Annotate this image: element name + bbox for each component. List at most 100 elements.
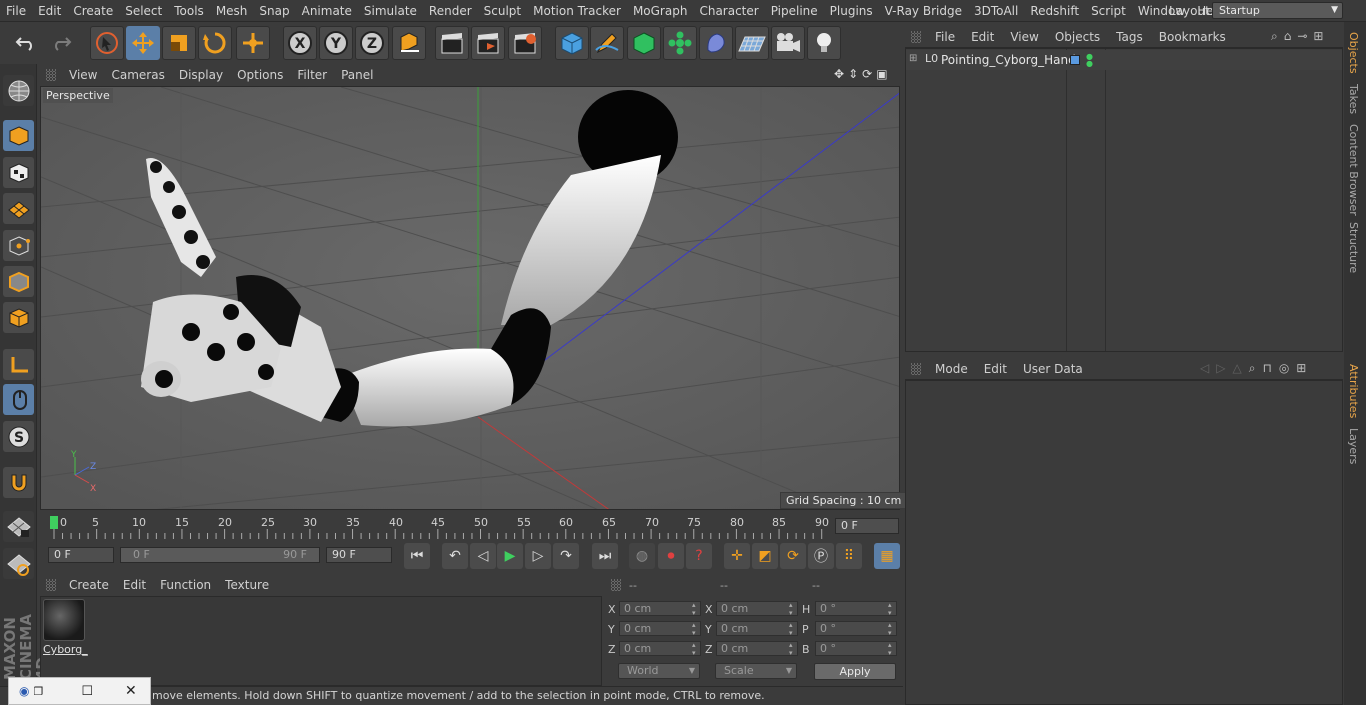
tab-attributes[interactable]: Attributes <box>1347 364 1360 418</box>
menu-plugins[interactable]: Plugins <box>824 0 879 22</box>
menu-file[interactable]: File <box>0 0 32 22</box>
next-key-button[interactable]: ↷ <box>553 543 579 569</box>
previous-key-button[interactable]: ↶ <box>442 543 468 569</box>
render-settings-button[interactable] <box>508 26 542 60</box>
viewport-menu-panel[interactable]: Panel <box>334 68 380 82</box>
apply-button[interactable]: Apply <box>814 663 896 680</box>
menu-create[interactable]: Create <box>67 0 119 22</box>
menu-mesh[interactable]: Mesh <box>210 0 254 22</box>
render-view-button[interactable] <box>435 26 469 60</box>
material-menu-texture[interactable]: Texture <box>218 578 276 592</box>
redo-button[interactable] <box>44 26 78 60</box>
menu-snap[interactable]: Snap <box>253 0 295 22</box>
menu-tools[interactable]: Tools <box>168 0 210 22</box>
restore-icon[interactable]: ❐ <box>33 685 43 698</box>
viewport-menu-options[interactable]: Options <box>230 68 290 82</box>
floor-button[interactable] <box>735 26 769 60</box>
expand-icon[interactable]: ⊞ <box>909 53 917 64</box>
menu-motion-tracker[interactable]: Motion Tracker <box>527 0 627 22</box>
autokey-button[interactable]: ⏺ <box>658 543 684 569</box>
workplane-mode-button[interactable] <box>3 193 34 224</box>
model-mode-button[interactable] <box>3 120 34 151</box>
link-icon[interactable]: ⊸ <box>1297 29 1307 44</box>
go-to-start-button[interactable]: ⏮ <box>404 543 430 569</box>
visibility-dots-icon[interactable]: ● ● <box>1086 53 1093 68</box>
zoom-icon[interactable]: ⇕ <box>848 67 858 81</box>
cloner-button[interactable] <box>663 26 697 60</box>
planar-workplane-button[interactable] <box>3 548 34 579</box>
tab-takes[interactable]: Takes <box>1347 84 1360 114</box>
key-scale-button[interactable]: ◩ <box>752 543 778 569</box>
coordinate-space-select[interactable]: World ▼ <box>618 663 700 679</box>
pen-spline-button[interactable] <box>590 26 624 60</box>
position-y-field[interactable]: 0 cm <box>619 621 701 637</box>
menu-animate[interactable]: Animate <box>296 0 358 22</box>
forward-arrow-icon[interactable]: ▷ <box>1216 361 1225 376</box>
panel-grip-icon[interactable] <box>46 579 56 591</box>
undo-button[interactable] <box>9 26 43 60</box>
subdivision-button[interactable] <box>627 26 661 60</box>
key-pla-button[interactable]: ⠿ <box>836 543 862 569</box>
viewport-menu-view[interactable]: View <box>62 68 104 82</box>
panel-grip-icon[interactable] <box>911 30 921 43</box>
pan-icon[interactable]: ✥ <box>834 67 844 81</box>
size-mode-select[interactable]: Scale ▼ <box>715 663 797 679</box>
object-name[interactable]: Pointing_Cyborg_Hand <box>941 53 1076 67</box>
material-name[interactable]: Cyborg_ <box>43 643 88 656</box>
menu-sculpt[interactable]: Sculpt <box>478 0 527 22</box>
back-arrow-icon[interactable]: ◁ <box>1200 361 1209 376</box>
light-button[interactable] <box>807 26 841 60</box>
new-window-icon[interactable]: ⊞ <box>1313 29 1323 44</box>
size-z-field[interactable]: 0 cm <box>716 641 798 657</box>
menu-edit[interactable]: Edit <box>32 0 67 22</box>
record-keys-button[interactable]: ◍ <box>629 543 655 569</box>
texture-mode-button[interactable] <box>3 157 34 188</box>
layout-select[interactable]: Startup ▼ <box>1212 2 1343 19</box>
x-axis-lock-button[interactable]: X <box>283 26 317 60</box>
tab-structure[interactable]: Structure <box>1347 222 1360 273</box>
key-rotation-button[interactable]: ⟳ <box>780 543 806 569</box>
workplane-lock-button[interactable] <box>3 511 34 542</box>
menu-script[interactable]: Script <box>1085 0 1132 22</box>
home-icon[interactable]: ⌂ <box>1284 29 1292 44</box>
solo-button[interactable]: S <box>3 421 34 452</box>
menu-simulate[interactable]: Simulate <box>358 0 423 22</box>
panel-grip-icon[interactable] <box>911 362 921 375</box>
material-menu-create[interactable]: Create <box>62 578 116 592</box>
keyframe-selection-button[interactable]: ? <box>686 543 712 569</box>
viewport-menu-filter[interactable]: Filter <box>290 68 334 82</box>
viewport-menu-cameras[interactable]: Cameras <box>104 68 171 82</box>
menu-redshift[interactable]: Redshift <box>1024 0 1085 22</box>
rotation-b-field[interactable]: 0 ° <box>815 641 897 657</box>
viewport-menu-display[interactable]: Display <box>172 68 230 82</box>
material-menu-function[interactable]: Function <box>153 578 218 592</box>
start-frame-field[interactable]: 0 F <box>48 547 114 563</box>
material-menu-edit[interactable]: Edit <box>116 578 153 592</box>
object-menu-bookmarks[interactable]: Bookmarks <box>1151 30 1234 44</box>
coordinate-system-button[interactable] <box>392 26 426 60</box>
snap-button[interactable] <box>3 467 34 498</box>
play-button[interactable]: ▶ <box>497 543 523 569</box>
material-thumbnail[interactable] <box>43 599 85 641</box>
menu-character[interactable]: Character <box>693 0 764 22</box>
rotation-h-field[interactable]: 0 ° <box>815 601 897 617</box>
make-editable-button[interactable] <box>3 75 34 106</box>
up-arrow-icon[interactable]: △ <box>1232 361 1241 376</box>
size-y-field[interactable]: 0 cm <box>716 621 798 637</box>
edges-mode-button[interactable] <box>3 266 34 297</box>
key-parameter-button[interactable]: Ⓟ <box>808 543 834 569</box>
close-icon[interactable]: ✕ <box>125 683 137 699</box>
tab-content-browser[interactable]: Content Browser <box>1347 124 1360 216</box>
object-menu-view[interactable]: View <box>1002 30 1046 44</box>
object-menu-objects[interactable]: Objects <box>1047 30 1108 44</box>
current-frame-field[interactable]: 0 F <box>835 518 899 534</box>
end-frame-field[interactable]: 90 F <box>326 547 392 563</box>
perspective-viewport[interactable]: Y Z X <box>40 86 900 510</box>
next-frame-button[interactable]: ▷ <box>525 543 551 569</box>
key-position-button[interactable]: ✛ <box>724 543 750 569</box>
panel-grip-icon[interactable] <box>611 579 621 591</box>
maximize-icon[interactable]: ☐ <box>81 684 93 699</box>
render-to-picture-viewer-button[interactable] <box>471 26 505 60</box>
tab-objects[interactable]: Objects <box>1347 32 1360 74</box>
rotation-p-field[interactable]: 0 ° <box>815 621 897 637</box>
